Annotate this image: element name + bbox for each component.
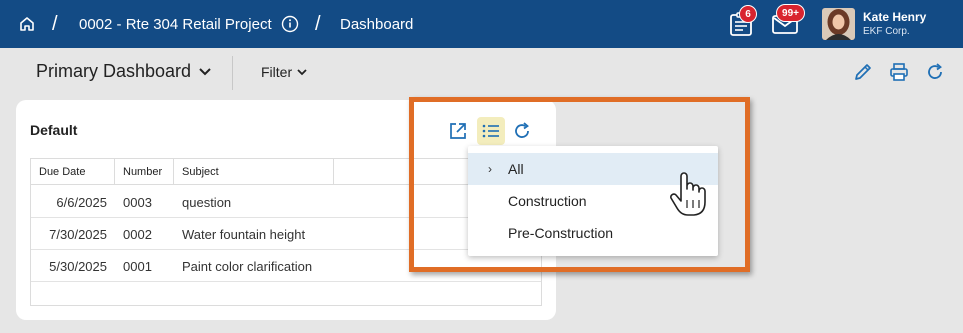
mail-count-badge: 99+ xyxy=(776,4,805,22)
user-name[interactable]: Kate Henry xyxy=(863,10,926,24)
tasks-count-badge: 6 xyxy=(739,5,757,23)
breadcrumb-project[interactable]: 0002 - Rte 304 Retail Project xyxy=(79,0,272,48)
breadcrumb-current-page: Dashboard xyxy=(340,15,414,33)
chevron-down-icon xyxy=(297,68,307,75)
top-navigation-bar: / 0002 - Rte 304 Retail Project / Dashbo… xyxy=(0,0,963,48)
chevron-down-icon xyxy=(199,67,211,75)
user-avatar[interactable] xyxy=(822,8,855,40)
refresh-icon[interactable] xyxy=(925,62,945,82)
user-company: EKF Corp. xyxy=(863,26,910,37)
cell-due-date: 6/6/2025 xyxy=(56,194,107,210)
cell-number: 0002 xyxy=(123,226,152,242)
cell-number: 0001 xyxy=(123,258,152,274)
dashboard-selector[interactable]: Primary Dashboard xyxy=(36,61,211,82)
cell-number: 0003 xyxy=(123,194,152,210)
column-header-subject[interactable]: Subject xyxy=(174,159,334,185)
cell-due-date: 7/30/2025 xyxy=(49,226,107,242)
print-icon[interactable] xyxy=(889,62,909,82)
home-icon[interactable] xyxy=(18,0,40,48)
dashboard-name: Primary Dashboard xyxy=(36,61,192,81)
breadcrumb-separator: / xyxy=(315,12,321,35)
widget-title: Default xyxy=(30,122,78,138)
edit-pencil-icon[interactable] xyxy=(853,62,873,82)
column-header-due-date[interactable]: Due Date xyxy=(31,159,115,185)
cell-subject: question xyxy=(182,194,232,210)
filter-button[interactable]: Filter xyxy=(261,64,307,80)
cell-subject: Paint color clarification xyxy=(182,258,313,274)
hand-pointer-cursor-icon xyxy=(668,170,708,218)
column-header-number[interactable]: Number xyxy=(115,159,174,185)
filter-label: Filter xyxy=(261,64,293,80)
breadcrumb-separator: / xyxy=(52,12,58,35)
cell-subject: Water fountain height xyxy=(182,226,306,242)
toolbar-divider xyxy=(232,56,233,90)
info-icon[interactable] xyxy=(281,0,299,48)
cell-due-date: 5/30/2025 xyxy=(49,258,107,274)
